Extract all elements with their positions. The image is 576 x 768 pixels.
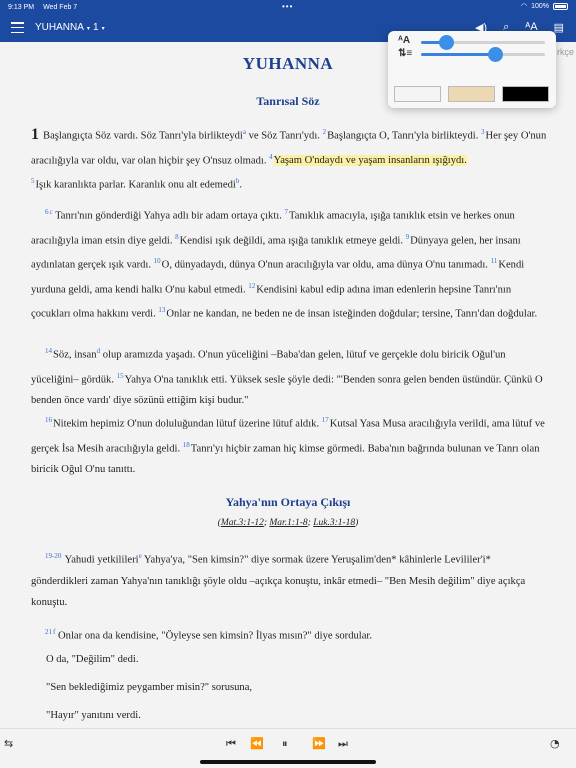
verse-number: 8 bbox=[175, 232, 179, 241]
verse-number: 5 bbox=[31, 177, 35, 186]
highlighted-verse[interactable]: Yaşam O'ndaydı ve yaşam insanların ışığı… bbox=[273, 155, 467, 167]
status-time: 9:13 PM bbox=[8, 3, 35, 11]
skip-forward-icon[interactable]: ⏭ bbox=[338, 737, 348, 751]
verse-number: 18 bbox=[182, 440, 190, 449]
font-size-slider[interactable] bbox=[421, 35, 545, 50]
chevron-down-icon: ▾ bbox=[101, 26, 105, 32]
verse-number: 16 bbox=[45, 416, 52, 424]
pause-icon[interactable]: ⏸ bbox=[282, 737, 288, 751]
paragraph-2: 6c Tanrı'nın gönderdiği Yahya adlı bir a… bbox=[31, 202, 547, 325]
verse-number: 15 bbox=[116, 371, 124, 380]
verse-number: 6 bbox=[45, 208, 49, 216]
verse-number: 3 bbox=[481, 128, 485, 136]
line-spacing-icon: ⇅≡ bbox=[398, 48, 413, 59]
verse-number: 21 bbox=[45, 628, 52, 636]
book-name: YUHANNA bbox=[35, 22, 84, 33]
multitask-dots[interactable]: ••• bbox=[282, 2, 293, 11]
verse-number: 11 bbox=[490, 257, 498, 266]
battery-percent: 100% bbox=[531, 2, 549, 10]
xref-link[interactable]: Mat.3:1-12 bbox=[221, 518, 264, 528]
status-bar: 9:13 PM Wed Feb 7 ••• ◠ 100% bbox=[0, 0, 576, 14]
verse-text: Başlangıçta Söz vardı. Söz Tanrı'yla bir… bbox=[43, 130, 243, 142]
paragraph-5: 19-20 Yahudi yetkililerie Yahya'ya, "Sen… bbox=[31, 546, 547, 613]
verse-text: Işık karanlıkta parlar. Karanlık onu alt… bbox=[35, 179, 236, 191]
verse-number: 7 bbox=[284, 208, 289, 216]
verse-number: 2 bbox=[322, 128, 327, 136]
verse-number: 12 bbox=[248, 281, 256, 290]
paragraph-4: 16Nitekim hepimiz O'nun doluluğundan lüt… bbox=[31, 410, 547, 480]
verse-text: Onlar ne kandan, ne beden ne de insan is… bbox=[166, 308, 538, 320]
slider-knob[interactable] bbox=[438, 35, 454, 50]
rewind-icon[interactable]: ⏪ bbox=[250, 737, 264, 750]
wifi-icon: ◠ bbox=[520, 3, 528, 10]
home-indicator bbox=[200, 760, 376, 764]
status-date: Wed Feb 7 bbox=[43, 3, 78, 11]
verse-text: Yahudi yetkilileri bbox=[62, 554, 139, 566]
verse-text: Nitekim hepimiz O'nun doluluğundan lütuf… bbox=[53, 418, 322, 430]
battery-icon bbox=[553, 2, 568, 10]
theme-sepia-button[interactable] bbox=[448, 86, 495, 102]
verse-text: Başlangıçta O, Tanrı'yla birlikteydi. bbox=[327, 130, 482, 142]
line-spacing-slider[interactable] bbox=[421, 47, 545, 62]
verse-text: . bbox=[239, 179, 242, 191]
verse-text: Söz, insan bbox=[53, 349, 97, 361]
reader-content[interactable]: YUHANNA Tanrısal Söz 1 Başlangıçta Söz va… bbox=[0, 42, 576, 728]
verse-text: ve Söz Tanrı'ydı. bbox=[245, 130, 323, 142]
verse-text: Tanrı'nın gönderdiği Yahya adlı bir adam… bbox=[52, 210, 285, 222]
language-label: rkçe bbox=[557, 47, 575, 57]
slider-fill bbox=[421, 53, 496, 56]
fast-forward-icon[interactable]: ⏩ bbox=[312, 737, 326, 750]
theme-dark-button[interactable] bbox=[502, 86, 549, 102]
verse-text: Onlar ona da kendisine, "Öyleyse sen kim… bbox=[55, 630, 373, 642]
verse-number: 13 bbox=[158, 306, 166, 315]
chevron-down-icon: ▾ bbox=[86, 26, 90, 32]
audio-toolbar: ⇆ ⏮ ⏪ ⏸ ⏩ ⏭ ◔ bbox=[0, 728, 576, 768]
verse-number: 17 bbox=[321, 416, 329, 424]
verse-number: 9 bbox=[405, 232, 410, 241]
xref-link[interactable]: Luk.3:1-18 bbox=[313, 518, 355, 528]
cross-references: (Mat.3:1-12; Mar.1:1-8; Luk.3:1-18) bbox=[0, 518, 576, 528]
xref-paren: ) bbox=[355, 518, 359, 528]
dialogue-line: O da, "Değilim" dedi. bbox=[46, 654, 139, 665]
theme-light-button[interactable] bbox=[394, 86, 441, 102]
verse-text: O, dünyadaydı, dünya O'nun aracılığıyla … bbox=[161, 259, 491, 271]
book-selector[interactable]: YUHANNA ▾ bbox=[35, 22, 90, 33]
section-heading: Yahya'nın Ortaya Çıkışı bbox=[225, 495, 351, 509]
paragraph-1: 1 Başlangıçta Söz vardı. Söz Tanrı'yla bi… bbox=[31, 122, 547, 196]
hamburger-icon[interactable] bbox=[11, 22, 24, 33]
display-settings-popup: ᴬA ⇅≡ bbox=[388, 31, 556, 108]
chapter-number-large: 1 bbox=[31, 125, 39, 143]
paragraph-6: 21f Onlar ona da kendisine, "Öyleyse sen… bbox=[31, 622, 547, 647]
font-size-icon: ᴬA bbox=[398, 35, 411, 46]
verse-number: 4 bbox=[269, 152, 273, 161]
dialogue-line: "Sen beklediğimiz peygamber misin?" soru… bbox=[46, 682, 253, 693]
chapter-number: 1 bbox=[93, 22, 99, 33]
speed-gauge-icon[interactable]: ◔ bbox=[550, 737, 560, 750]
book-panel-icon[interactable]: ▤ bbox=[554, 21, 564, 34]
verse-text: Kendisi ışık değildi, ama ışığa tanıklık… bbox=[179, 235, 406, 247]
verse-number: 19-20 bbox=[45, 552, 62, 560]
xref-link[interactable]: Mar.1:1-8 bbox=[269, 518, 307, 528]
chapter-selector[interactable]: 1 ▾ bbox=[93, 22, 105, 33]
dialogue-line: "Hayır" yanıtını verdi. bbox=[46, 710, 141, 721]
paragraph-3: 14Söz, insand olup aramızda yaşadı. O'nu… bbox=[31, 341, 547, 411]
verse-number: 10 bbox=[153, 257, 161, 266]
skip-back-icon[interactable]: ⏮ bbox=[226, 737, 236, 751]
verse-number: 14 bbox=[45, 347, 52, 355]
slider-knob[interactable] bbox=[488, 47, 504, 62]
verse-list-icon[interactable]: ⇆ bbox=[4, 737, 13, 750]
